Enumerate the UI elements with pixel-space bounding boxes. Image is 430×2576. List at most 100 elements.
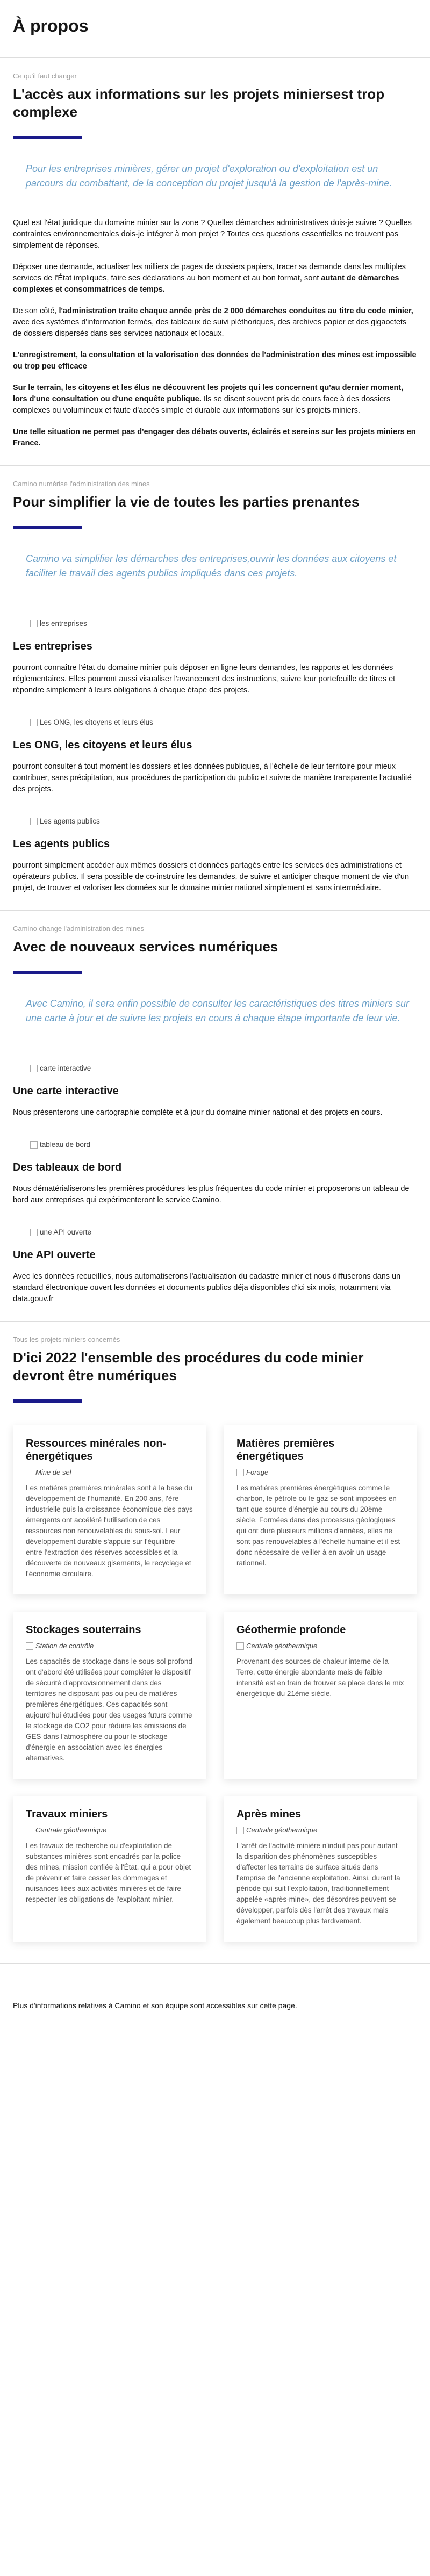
about-page: À propos Ce qu'il faut changer L'accès a… — [0, 0, 430, 2010]
section-lead: Avec Camino, il sera enfin possible de c… — [26, 998, 409, 1023]
card-image: Station de contrôle — [26, 1642, 94, 1650]
card-image: Centrale géothermique — [26, 1826, 106, 1834]
image-icon — [30, 718, 38, 726]
stakeholder-block: Les ONG, les citoyens et leurs élus Les … — [13, 706, 417, 795]
section-title: Avec de nouveaux services numériques — [13, 939, 278, 955]
card-energy-resources: Matières premières énergétiques Forage L… — [224, 1425, 417, 1594]
block-text: pourront consulter à tout moment les dos… — [13, 762, 412, 793]
section-stakeholders: Camino numérise l'administration des min… — [13, 480, 417, 894]
image-alt: Centrale géothermique — [35, 1826, 107, 1834]
card-title: Géothermie profonde — [236, 1624, 346, 1636]
image-icon — [236, 1468, 244, 1476]
section-kicker: Tous les projets miniers concernés — [13, 1336, 120, 1344]
section-kicker: Ce qu'il faut changer — [13, 72, 77, 80]
image-icon — [26, 1642, 33, 1650]
image-alt: les entreprises — [40, 619, 87, 627]
text: De son côté, — [13, 307, 57, 315]
image-icon — [26, 1468, 33, 1476]
strong-text: Une telle situation ne permet pas d'enga… — [13, 428, 416, 448]
image-icon — [30, 619, 38, 627]
section-services: Camino change l'administration des mines… — [13, 925, 417, 1305]
card-underground-storage: Stockages souterrains Station de contrôl… — [13, 1612, 206, 1779]
service-block: une API ouverte Une API ouverte Avec les… — [13, 1216, 417, 1305]
image-alt: carte interactive — [40, 1064, 91, 1072]
image-alt: Station de contrôle — [35, 1642, 94, 1650]
strong-text: l'administration traite chaque année prè… — [59, 307, 413, 315]
block-title: Les agents publics — [13, 838, 110, 850]
block-title: Les ONG, les citoyens et leurs élus — [13, 739, 192, 751]
citizens-image: Les ONG, les citoyens et leurs élus — [30, 718, 153, 726]
text: avec des systèmes d'information fermés, … — [13, 318, 407, 338]
image-alt: Les agents publics — [40, 817, 100, 825]
team-page-link[interactable]: page — [278, 2001, 295, 2010]
footer-end: . — [295, 2001, 297, 2010]
divider — [0, 1963, 430, 1964]
image-icon — [236, 1826, 244, 1834]
card-text: Les matières premières minérales sont à … — [26, 1484, 193, 1578]
strong-text: L'enregistrement, la consultation et la … — [13, 351, 417, 371]
image-alt: Centrale géothermique — [246, 1826, 318, 1834]
image-alt: Mine de sel — [35, 1468, 71, 1476]
block-title: Une API ouverte — [13, 1249, 96, 1261]
stakeholder-block: les entreprises Les entreprises pourront… — [13, 608, 417, 696]
section-title: L'accès aux informations sur les projets… — [13, 86, 385, 120]
block-text: pourront connaître l'état du domaine min… — [13, 663, 396, 695]
section-lead: Pour les entreprises minières, gérer un … — [26, 163, 392, 189]
image-icon — [236, 1642, 244, 1650]
divider — [0, 465, 430, 466]
service-block: tableau de bord Des tableaux de bord Nou… — [13, 1129, 417, 1206]
image-icon — [30, 817, 38, 825]
section-title: Pour simplifier la vie de toutes les par… — [13, 494, 360, 510]
accent-bar — [13, 136, 82, 139]
divider — [0, 1321, 430, 1322]
block-text: Nous dématérialiserons les premières pro… — [13, 1185, 410, 1204]
section-lead: Camino va simplifier les démarches des e… — [26, 553, 397, 579]
image-icon — [30, 1064, 38, 1072]
paragraph: Sur le terrain, les citoyens et les élus… — [13, 383, 417, 416]
image-alt: Forage — [246, 1468, 269, 1476]
paragraph: Une telle situation ne permet pas d'enga… — [13, 427, 417, 449]
card-geothermal: Géothermie profonde Centrale géothermiqu… — [224, 1612, 417, 1779]
card-mining-works: Travaux miniers Centrale géothermique Le… — [13, 1796, 206, 1942]
block-title: Des tableaux de bord — [13, 1161, 122, 1173]
card-mineral-resources: Ressources minérales non-énergétiques Mi… — [13, 1425, 206, 1594]
image-alt: Centrale géothermique — [246, 1642, 318, 1650]
block-text: pourront simplement accéder aux mêmes do… — [13, 861, 410, 892]
image-alt: une API ouverte — [40, 1228, 92, 1236]
section-title: D'ici 2022 l'ensemble des procédures du … — [13, 1350, 364, 1383]
api-image: une API ouverte — [30, 1228, 91, 1236]
block-text: Nous présenterons une cartographie compl… — [13, 1108, 383, 1117]
card-title: Après mines — [236, 1808, 302, 1820]
companies-image: les entreprises — [30, 619, 87, 627]
card-text: Les travaux de recherche ou d'exploitati… — [26, 1842, 191, 1903]
divider — [0, 910, 430, 911]
dashboard-image: tableau de bord — [30, 1141, 90, 1149]
card-text: Les matières premières énergétiques comm… — [236, 1484, 400, 1567]
block-title: Les entreprises — [13, 640, 92, 652]
stakeholder-block: Les agents publics Les agents publics po… — [13, 805, 417, 894]
card-title: Travaux miniers — [26, 1808, 108, 1820]
footer-text: Plus d'informations relatives à Camino e… — [13, 2001, 276, 2010]
card-image: Forage — [236, 1468, 268, 1476]
image-icon — [26, 1826, 33, 1834]
map-image: carte interactive — [30, 1064, 91, 1072]
section-kicker: Camino numérise l'administration des min… — [13, 480, 150, 488]
accent-bar — [13, 971, 82, 974]
paragraph: De son côté, l'administration traite cha… — [13, 306, 417, 340]
card-title: Ressources minérales non-énergétiques — [26, 1438, 167, 1462]
image-icon — [30, 1228, 38, 1236]
card-text: Provenant des sources de chaleur interne… — [236, 1657, 404, 1698]
agents-image: Les agents publics — [30, 817, 100, 825]
divider — [0, 57, 430, 58]
card-text: L'arrêt de l'activité minière n'induit p… — [236, 1842, 400, 1925]
image-icon — [30, 1141, 38, 1149]
card-image: Centrale géothermique — [236, 1826, 317, 1834]
block-text: Avec les données recueillies, nous autom… — [13, 1272, 401, 1303]
card-image: Mine de sel — [26, 1468, 71, 1476]
accent-bar — [13, 526, 82, 529]
service-block: carte interactive Une carte interactive … — [13, 1052, 417, 1119]
cards-grid: Ressources minérales non-énergétiques Mi… — [13, 1425, 417, 1942]
section-problem: Ce qu'il faut changer L'accès aux inform… — [13, 72, 417, 449]
image-alt: Les ONG, les citoyens et leurs élus — [40, 718, 153, 726]
image-alt: tableau de bord — [40, 1141, 90, 1149]
